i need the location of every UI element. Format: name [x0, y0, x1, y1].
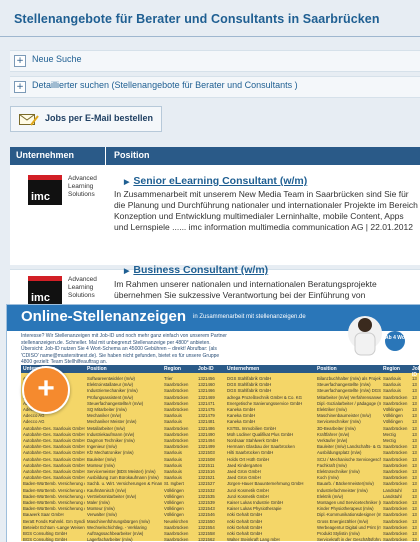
bullet-triangle-icon: ▶: [124, 268, 130, 275]
logo-subtitle: Advanced Learning Solutions: [68, 175, 97, 198]
column-header-position: Position: [114, 150, 150, 160]
job-title-link[interactable]: ▶ Senior eLearning Consultant (w/m): [124, 175, 307, 187]
logo-text: imc: [31, 292, 50, 304]
job-alert-button[interactable]: Jobs per E-Mail bestellen: [10, 106, 162, 132]
ad-table-cell: Lagerfacharbeiter (m/w): [87, 537, 133, 542]
ad-table-cell: Servicekraft in der Geschäftsführung (m/…: [317, 537, 381, 542]
detailed-search-row[interactable]: + Detaillierter suchen (Stellenangebote …: [10, 76, 420, 98]
ad-intro-text: Interesse? Wir Stellenanzeigen mit Job-I…: [21, 333, 227, 365]
online-job-ads-banner[interactable]: Online-Stellenanzeigen in Zusammenarbeit…: [6, 304, 420, 542]
expand-plus-icon[interactable]: +: [14, 81, 26, 93]
page-title: Stellenangebote für Berater und Consulta…: [14, 12, 380, 26]
new-search-link[interactable]: Neue Suche: [32, 54, 82, 64]
job-alert-label: Jobs per E-Mail bestellen: [45, 113, 154, 123]
ad-th: Position: [87, 366, 107, 372]
results-table-header: Unternehmen Position: [10, 147, 420, 165]
ad-th: Position: [317, 366, 337, 372]
ad-th: Unternehmen: [227, 366, 260, 372]
job-title-link[interactable]: ▶ Business Consultant (w/m): [124, 264, 268, 276]
company-logo[interactable]: imc: [28, 276, 62, 306]
job-title-text[interactable]: Senior eLearning Consultant (w/m): [133, 175, 307, 187]
ad-table-cell: Saarbrücken: [383, 537, 408, 542]
new-search-row[interactable]: + Neue Suche: [10, 50, 420, 72]
price-badge: Ab 4 Wo: [385, 335, 405, 341]
envelope-pencil-icon: [19, 114, 39, 126]
job-row: imc Advanced Learning Solutions ▶ Business …: [10, 264, 420, 306]
ad-headline: Online-Stellenanzeigen: [21, 308, 187, 325]
expand-plus-icon[interactable]: +: [14, 55, 26, 67]
ad-table-cell: 1321562: [198, 537, 215, 542]
logo-accent-bar: [28, 276, 62, 281]
title-divider: [0, 36, 420, 37]
ad-table-cell: Walter Steinkraft Lang mbH: [227, 537, 280, 542]
job-row: imc Advanced Learning Solutions ▶ Senior eL…: [10, 165, 420, 265]
company-logo[interactable]: imc: [28, 175, 62, 205]
ad-table-header: Unternehmen Position Region Job-ID Unter…: [21, 365, 420, 378]
add-plus-button[interactable]: +: [22, 366, 70, 414]
job-listing-page: Stellenangebote für Berater und Consulta…: [0, 0, 420, 542]
job-title-text[interactable]: Business Consultant (w/m): [133, 264, 268, 276]
ad-th: Region: [164, 366, 181, 372]
ad-table-cell: Saarbrücken: [164, 537, 189, 542]
ad-table-cell: BGS Consulting GmbH: [23, 537, 68, 542]
ad-table-row[interactable]: BGS Consulting GmbH Lagerfacharbeiter (m/…: [21, 535, 419, 542]
column-header-company: Unternehmen: [16, 150, 75, 160]
ad-table-cell: 13: [412, 537, 417, 542]
job-description: Im Rahmen unserer nationalen und interna…: [114, 279, 377, 300]
detailed-search-link[interactable]: Detaillierter suchen (Stellenangebote fü…: [32, 80, 298, 90]
job-description: In Zusammenarbeit mit unserem New Media …: [114, 189, 418, 232]
logo-text: imc: [31, 191, 50, 203]
ad-jobs-table: Unternehmen Position Region Job-ID Unter…: [21, 365, 420, 542]
logo-subtitle: Advanced Learning Solutions: [68, 276, 97, 299]
ad-th: Job-ID: [198, 366, 214, 372]
ad-subline: in Zusammenarbeit mit stellenanzeigen.de: [193, 314, 306, 320]
ad-th: Region: [383, 366, 400, 372]
logo-accent-bar: [28, 175, 62, 180]
column-separator: [105, 147, 106, 165]
bullet-triangle-icon: ▶: [124, 179, 130, 186]
